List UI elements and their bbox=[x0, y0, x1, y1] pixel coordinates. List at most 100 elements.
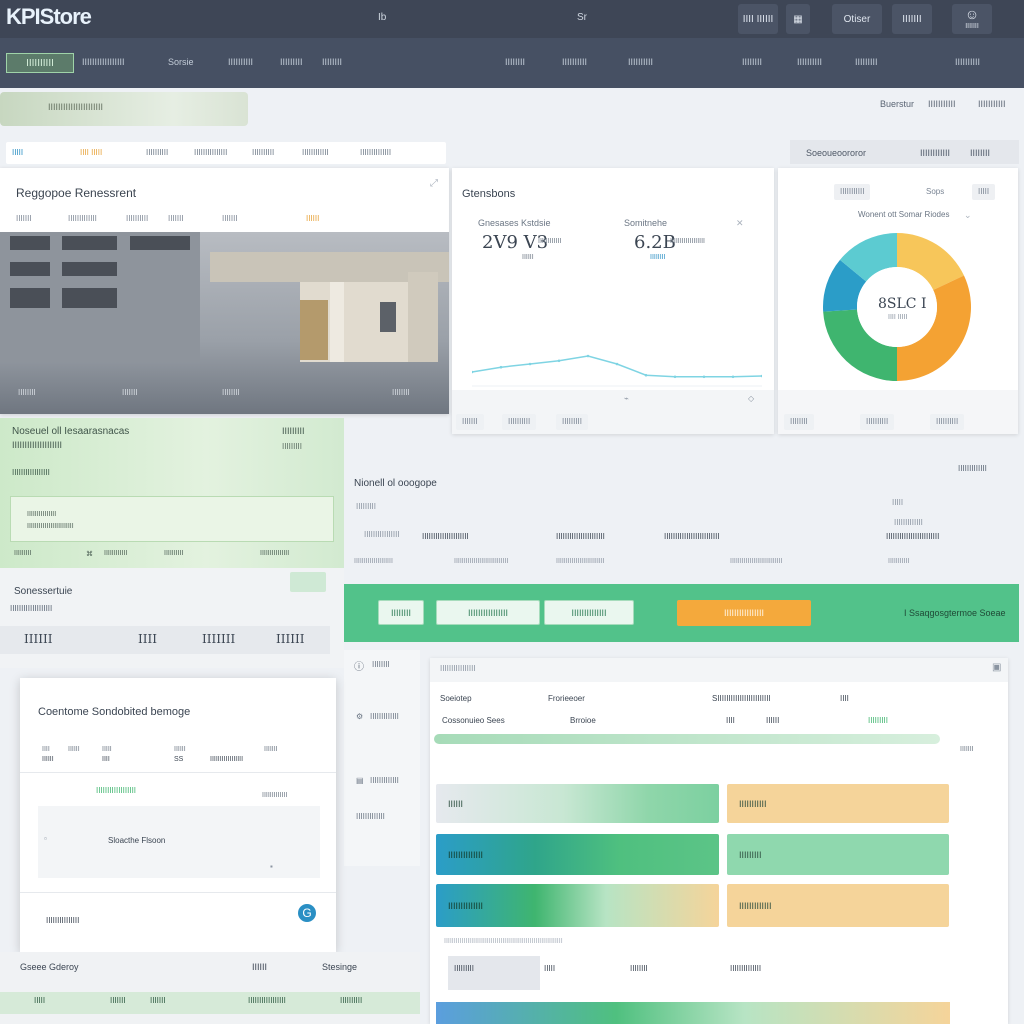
nav-item-11[interactable]: IIIIIIIII bbox=[855, 57, 878, 67]
stats-right-label: Somitnehe bbox=[624, 218, 668, 228]
left-green-inner: IIIIIIIIIIIIIII IIIIIIIIIIIIIIIIIIIIIIII bbox=[10, 496, 334, 542]
stats-chip-3[interactable]: IIIIIIIII bbox=[556, 414, 589, 430]
nav-item-2[interactable]: Sorsie bbox=[168, 57, 194, 67]
detail-block-6[interactable]: IIIIIIIIIIIII bbox=[727, 884, 949, 927]
photo-tab-2[interactable]: IIIIIIIIIIIII bbox=[68, 214, 97, 223]
info-icon[interactable]: ⓘ bbox=[354, 658, 364, 673]
panel-header-extra: IIIIIIII bbox=[970, 148, 991, 158]
stats-left-sub: IIIIIIIIIIII bbox=[538, 238, 562, 245]
filter-tag-2[interactable]: IIII IIIII bbox=[80, 148, 102, 157]
calendar-icon[interactable]: ▦ bbox=[786, 4, 810, 34]
section-left-toggle[interactable] bbox=[290, 572, 326, 592]
photo-tab-1[interactable]: IIIIIII bbox=[16, 214, 32, 223]
photo-tab-6[interactable]: IIIIII bbox=[306, 214, 319, 223]
donut-chip-2[interactable]: IIIIIIIIII bbox=[860, 414, 895, 430]
settings-icon[interactable]: ⚙ bbox=[356, 712, 363, 721]
header-link-1[interactable]: Buerstur bbox=[880, 99, 914, 109]
stats-chip-2[interactable]: IIIIIIIIII bbox=[502, 414, 537, 430]
nav-item-8[interactable]: IIIIIIIIII bbox=[628, 57, 653, 67]
chevron-down-icon[interactable]: ⌄ bbox=[964, 210, 972, 221]
nav-active-chip[interactable]: IIIIIIIIII bbox=[6, 53, 74, 73]
photo-footer-3: IIIIIIII bbox=[222, 388, 240, 397]
summary-row1-5: IIIIIIIIIIIIIIIIIIIIIIIII bbox=[664, 532, 720, 541]
bottom-left-chip-2[interactable]: IIIIIII bbox=[110, 996, 126, 1005]
search-input[interactable]: IIIIIIIIIIIIIIIIIIIIII bbox=[0, 92, 248, 126]
donut-tab-2[interactable]: Sops bbox=[920, 184, 951, 200]
bottom-left-chip-4[interactable]: IIIIIIIIIIIIIIIII bbox=[248, 996, 286, 1005]
chart-point bbox=[557, 359, 561, 363]
lock-icon[interactable]: ▣ bbox=[992, 662, 1001, 673]
photo-tab-3[interactable]: IIIIIIIIII bbox=[126, 214, 148, 223]
topbar-button-1[interactable]: IIII IIIIII bbox=[738, 4, 778, 34]
stats-chip-1[interactable]: IIIIIII bbox=[456, 414, 484, 430]
modal-chart-area: ▫ Sloacthe Flsoon ▪ bbox=[38, 806, 320, 878]
nav-item-7[interactable]: IIIIIIIIII bbox=[562, 57, 587, 67]
nav-item-5[interactable]: IIIIIIII bbox=[322, 57, 342, 67]
donut-chip-1[interactable]: IIIIIIII bbox=[784, 414, 814, 430]
filter-tag-1[interactable]: IIIII bbox=[12, 148, 23, 157]
donut-tab-3[interactable]: IIIII bbox=[972, 184, 996, 200]
filter-tag-6[interactable]: IIIIIIIIIIII bbox=[302, 148, 329, 157]
close-icon[interactable]: ✕ bbox=[736, 218, 744, 229]
bottom-left-chip-5[interactable]: IIIIIIIIII bbox=[340, 996, 362, 1005]
expand-icon[interactable]: ⤢ bbox=[430, 178, 438, 189]
modal-col-5: IIIIIII bbox=[264, 746, 278, 753]
topbar-button-3[interactable]: IIIIIII bbox=[892, 4, 932, 34]
modal-value-4: IIIIIIIIIIIIIIIII bbox=[210, 756, 244, 763]
detail-block-2[interactable]: IIIIIIIIIII bbox=[727, 784, 949, 823]
nav-item-10[interactable]: IIIIIIIIII bbox=[797, 57, 822, 67]
nav-item-9[interactable]: IIIIIIII bbox=[742, 57, 762, 67]
detail-block-3[interactable]: IIIIIIIIIIIIII bbox=[436, 834, 719, 875]
user-menu[interactable]: ☺ IIIIIII bbox=[952, 4, 992, 34]
filter-strip: IIIII IIII IIIII IIIIIIIIII IIIIIIIIIIII… bbox=[6, 142, 446, 164]
topbar-text-b: Sr bbox=[577, 12, 587, 23]
nav-item-3[interactable]: IIIIIIIIII bbox=[228, 57, 253, 67]
left-green-foot-2: IIIIIIIIIIII bbox=[104, 550, 128, 557]
band-cta-button[interactable]: IIIIIIIIIIIIIIII bbox=[677, 600, 811, 626]
chart-point bbox=[731, 375, 735, 379]
detail-foot-2: IIIII bbox=[544, 964, 556, 973]
nav-item-6[interactable]: IIIIIIII bbox=[505, 57, 525, 67]
building-window bbox=[10, 236, 50, 250]
detail-block-1[interactable]: IIIIII bbox=[436, 784, 719, 823]
header-link-3[interactable]: IIIIIIIIIII bbox=[978, 99, 1006, 109]
chart-point bbox=[499, 365, 503, 369]
summary-side-2: IIIIIIIIIIIII bbox=[894, 518, 923, 527]
photo-tab-4[interactable]: IIIIIII bbox=[168, 214, 184, 223]
chart-point bbox=[615, 362, 619, 366]
modal-action-button[interactable]: G bbox=[298, 904, 316, 922]
detail-block-4[interactable]: IIIIIIIII bbox=[727, 834, 949, 875]
band-field-1[interactable]: IIIIIIII bbox=[378, 600, 424, 625]
side-menu-item-4[interactable]: IIIIIIIIIIIII bbox=[356, 812, 385, 821]
topbar-button-2[interactable]: Otiser bbox=[832, 4, 882, 34]
filter-tag-7[interactable]: IIIIIIIIIIIIII bbox=[360, 148, 391, 157]
building-window bbox=[62, 262, 117, 276]
nav-item-1[interactable]: IIIIIIIIIIIIIIIII bbox=[82, 57, 125, 67]
donut-chip-3[interactable]: IIIIIIIIII bbox=[930, 414, 965, 430]
detail-block-5[interactable]: IIIIIIIIIIIIII bbox=[436, 884, 719, 927]
bottom-left-chip-3[interactable]: IIIIIII bbox=[150, 996, 166, 1005]
file-icon[interactable]: ▤ bbox=[356, 776, 364, 785]
filter-tag-3[interactable]: IIIIIIIIII bbox=[146, 148, 168, 157]
stats-footer-mark: ⌁ bbox=[624, 394, 629, 403]
nav-item-12[interactable]: IIIIIIIIII bbox=[955, 57, 980, 67]
modal-col-1: IIII bbox=[42, 746, 50, 753]
section-left-value-1: IIIIII bbox=[24, 632, 53, 646]
donut-tab-1[interactable]: IIIIIIIIIII bbox=[834, 184, 871, 200]
summary-row2-5: IIIIIIIIIII bbox=[888, 558, 910, 565]
section-left-value-3: IIIIIII bbox=[202, 632, 236, 646]
filter-tag-4[interactable]: IIIIIIIIIIIIIII bbox=[194, 148, 227, 157]
nav-item-4[interactable]: IIIIIIIII bbox=[280, 57, 303, 67]
summary-row1-4: IIIIIIIIIIIIIIIIIIIIII bbox=[556, 532, 605, 541]
bottom-left-chip-1[interactable]: IIIII bbox=[34, 996, 45, 1005]
photo-tab-5[interactable]: IIIIIII bbox=[222, 214, 238, 223]
filter-tag-5[interactable]: IIIIIIIIII bbox=[252, 148, 274, 157]
side-menu-item-3[interactable]: IIIIIIIIIIIII bbox=[370, 776, 399, 785]
side-menu-item-1[interactable]: IIIIIIII bbox=[372, 660, 390, 669]
header-link-2[interactable]: IIIIIIIIIII bbox=[928, 99, 956, 109]
side-menu-item-2[interactable]: IIIIIIIIIIIII bbox=[370, 712, 399, 721]
band-field-3[interactable]: IIIIIIIIIIIIII bbox=[544, 600, 634, 625]
detail-cell-1: Cossonuieo Sees bbox=[442, 716, 505, 725]
band-field-2[interactable]: IIIIIIIIIIIIIIII bbox=[436, 600, 540, 625]
left-green-subtitle: IIIIIIIIIIIIIIIIIIII bbox=[12, 440, 63, 450]
